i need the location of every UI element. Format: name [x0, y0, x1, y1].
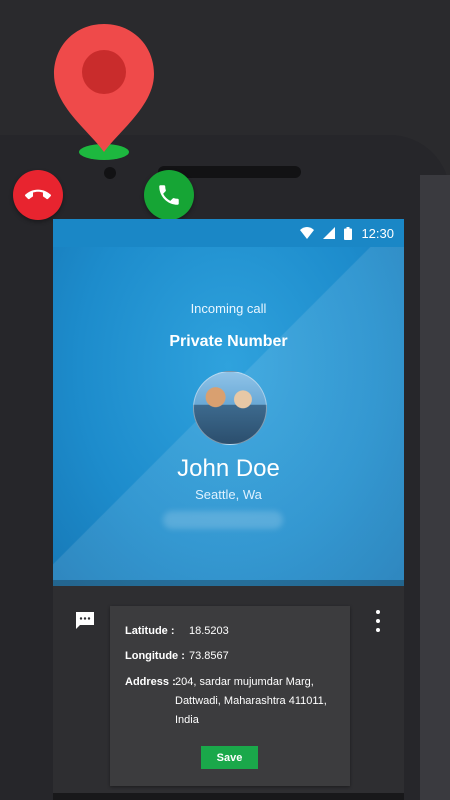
- map-pin-icon: [54, 24, 154, 160]
- longitude-label: Longitude :: [125, 650, 185, 662]
- message-icon[interactable]: [74, 610, 96, 632]
- wifi-icon: [300, 227, 315, 239]
- phone-edge: [420, 175, 450, 800]
- accept-call-button[interactable]: [144, 170, 194, 220]
- bottom-bar: [53, 793, 404, 800]
- app-canvas: 12:30 Incoming call Private Number John …: [0, 0, 450, 800]
- caller-name: John Doe: [177, 455, 280, 482]
- latitude-value: 18.5203: [189, 625, 229, 637]
- longitude-row: Longitude : 73.8567: [125, 650, 229, 662]
- blurred-text: [163, 511, 283, 529]
- status-bar: 12:30: [53, 219, 404, 247]
- location-info-card: Latitude : 18.5203 Longitude : 73.8567 Add…: [110, 606, 350, 786]
- battery-icon: [344, 226, 353, 240]
- address-label: Address :: [125, 676, 176, 688]
- status-time: 12:30: [361, 225, 394, 241]
- hang-up-icon: [25, 189, 51, 200]
- caller-number-type: Private Number: [169, 333, 288, 350]
- incoming-call-label: Incoming call: [190, 301, 267, 316]
- caller-location: Seattle, Wa: [195, 487, 262, 502]
- phone-icon: [159, 185, 179, 205]
- save-button[interactable]: Save: [201, 746, 258, 769]
- address-value: 204, sardar mujumdar Marg, Dattwadi, Mah…: [175, 676, 327, 726]
- signal-icon: [323, 227, 336, 239]
- latitude-label: Latitude :: [125, 625, 175, 637]
- decline-call-button[interactable]: [13, 170, 63, 220]
- caller-avatar: [193, 371, 267, 445]
- incoming-call-screen: 12:30 Incoming call Private Number John …: [53, 219, 404, 586]
- longitude-value: 73.8567: [189, 650, 229, 662]
- phone-camera: [104, 167, 116, 179]
- more-options-icon[interactable]: [372, 610, 384, 632]
- latitude-row: Latitude : 18.5203: [125, 625, 229, 637]
